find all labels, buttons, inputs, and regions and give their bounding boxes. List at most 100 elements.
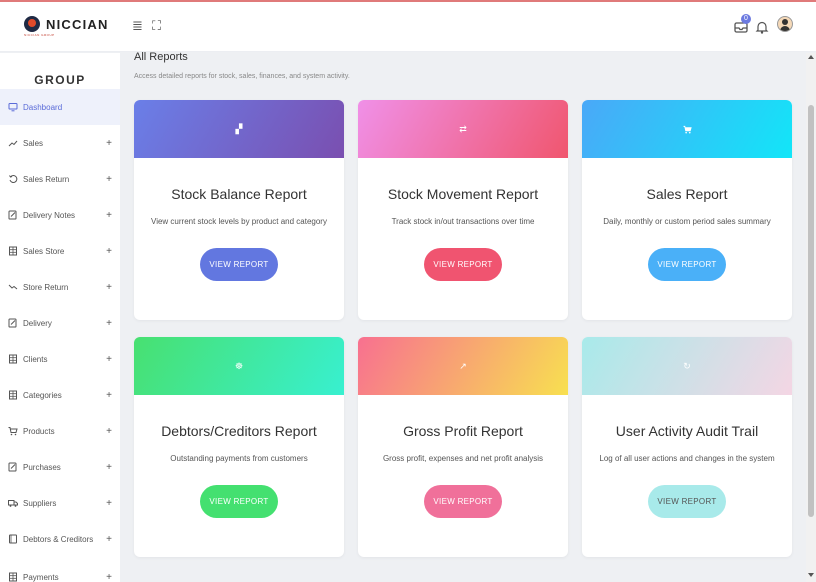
sidebar-item-store-return[interactable]: Store Return + [0, 269, 120, 305]
scrollbar-thumb[interactable] [808, 105, 814, 517]
top-header: NICCIAN NICCIAN GROUP ≣ ⛶ 0 [0, 2, 816, 52]
brand-name: NICCIAN [46, 16, 109, 32]
card-description: View current stock levels by product and… [151, 217, 327, 226]
sidebar-item-purchases[interactable]: Purchases + [0, 449, 120, 485]
page-subtitle: Access detailed reports for stock, sales… [134, 73, 350, 80]
notification-badge: 0 [741, 14, 751, 24]
page-title: All Reports [134, 51, 188, 63]
view-report-button[interactable]: VIEW REPORT [648, 485, 726, 518]
sidebar-item-label: Sales Return [23, 174, 70, 184]
report-card-gross-profit: ↗ Gross Profit Report Gross profit, expe… [358, 337, 568, 557]
history-icon: ↻ [683, 360, 691, 371]
brand-subtext: NICCIAN GROUP [24, 33, 55, 37]
sidebar-item-products[interactable]: Products + [0, 413, 120, 449]
view-report-button[interactable]: VIEW REPORT [200, 485, 278, 518]
grid-icon [9, 246, 17, 256]
report-card-user-activity: ↻ User Activity Audit Trail Log of all u… [582, 337, 792, 557]
exchange-icon: ⇄ [459, 123, 467, 134]
card-header: ↻ [582, 337, 792, 395]
sidebar-item-label: Products [23, 426, 55, 436]
edit-note-icon [8, 210, 17, 220]
brand-logo[interactable]: NICCIAN NICCIAN GROUP [24, 16, 109, 37]
chart-line-icon: ↗ [459, 360, 467, 371]
report-card-stock-movement: ⇄ Stock Movement Report Track stock in/o… [358, 100, 568, 320]
sidebar-item-label: Categories [23, 390, 62, 400]
card-title: Sales Report [646, 186, 728, 202]
sidebar-item-label: Payments [23, 572, 59, 582]
sidebar-item-clients[interactable]: Clients + [0, 341, 120, 377]
book-icon [9, 534, 17, 544]
sidebar-item-label: Suppliers [23, 498, 57, 508]
cart-icon [8, 427, 18, 436]
sidebar-item-categories[interactable]: Categories + [0, 377, 120, 413]
card-description: Track stock in/out transactions over tim… [391, 217, 535, 226]
grid-icon [9, 354, 17, 364]
scroll-down-arrow-icon[interactable] [808, 573, 814, 577]
sidebar-item-label: Sales [23, 138, 44, 148]
trend-up-icon [8, 140, 18, 147]
sidebar-item-delivery[interactable]: Delivery + [0, 305, 120, 341]
sidebar-item-payments[interactable]: Payments + [0, 559, 120, 582]
sidebar-item-label: Delivery Notes [23, 210, 76, 220]
view-report-button[interactable]: VIEW REPORT [424, 248, 502, 281]
sidebar: GROUP Dashboard Sales + Sales Return + D… [0, 53, 120, 582]
expand-plus-icon[interactable]: + [104, 426, 114, 437]
sidebar-item-label: Dashboard [23, 102, 63, 112]
card-header: ↗ [358, 337, 568, 395]
trend-down-icon [8, 284, 18, 290]
expand-plus-icon[interactable]: + [104, 534, 114, 545]
expand-plus-icon[interactable]: + [104, 498, 114, 509]
view-report-button[interactable]: VIEW REPORT [648, 248, 726, 281]
expand-plus-icon[interactable]: + [104, 572, 114, 582]
card-header: ▞ [134, 100, 344, 158]
sidebar-item-label: Delivery [23, 318, 52, 328]
cart-icon [682, 125, 692, 133]
card-header: ⇄ [358, 100, 568, 158]
sidebar-item-suppliers[interactable]: Suppliers + [0, 485, 120, 521]
boxes-icon: ▞ [235, 123, 243, 134]
sidebar-item-label: Debtors & Creditors [23, 534, 94, 544]
sidebar-item-sales-store[interactable]: Sales Store + [0, 233, 120, 269]
rotate-back-icon [9, 175, 18, 184]
grid-icon [9, 390, 17, 400]
expand-plus-icon[interactable]: + [104, 138, 114, 149]
expand-plus-icon[interactable]: + [104, 462, 114, 473]
expand-plus-icon[interactable]: + [104, 246, 114, 257]
bell-icon[interactable] [754, 19, 770, 35]
card-description: Outstanding payments from customers [170, 454, 308, 463]
card-header: ☸ [134, 337, 344, 395]
view-report-button[interactable]: VIEW REPORT [200, 248, 278, 281]
report-card-debtors-creditors: ☸ Debtors/Creditors Report Outstanding p… [134, 337, 344, 557]
sidebar-item-label: Purchases [23, 462, 61, 472]
view-report-button[interactable]: VIEW REPORT [424, 485, 502, 518]
expand-plus-icon[interactable]: + [104, 390, 114, 401]
card-header [582, 100, 792, 158]
expand-plus-icon[interactable]: + [104, 318, 114, 329]
fullscreen-icon[interactable]: ⛶ [152, 19, 161, 33]
card-title: Gross Profit Report [403, 423, 523, 439]
sidebar-item-debtors-creditors[interactable]: Debtors & Creditors + [0, 521, 120, 557]
expand-plus-icon[interactable]: + [104, 282, 114, 293]
card-description: Gross profit, expenses and net profit an… [382, 454, 544, 463]
expand-plus-icon[interactable]: + [104, 174, 114, 185]
scroll-up-arrow-icon[interactable] [808, 55, 814, 59]
sidebar-item-delivery-notes[interactable]: Delivery Notes + [0, 197, 120, 233]
card-description: Daily, monthly or custom period sales su… [603, 217, 771, 226]
page-scrollbar[interactable] [806, 53, 816, 582]
menu-toggle-icon[interactable]: ≣ [132, 19, 143, 33]
sidebar-item-sales-return[interactable]: Sales Return + [0, 161, 120, 197]
truck-icon [8, 500, 18, 507]
sidebar-item-label: Store Return [23, 282, 69, 292]
expand-plus-icon[interactable]: + [104, 354, 114, 365]
sidebar-item-label: Clients [23, 354, 48, 364]
card-title: User Activity Audit Trail [615, 423, 759, 439]
sidebar-item-label: Sales Store [23, 246, 65, 256]
report-card-sales: Sales Report Daily, monthly or custom pe… [582, 100, 792, 320]
edit-note-icon [8, 318, 17, 328]
sidebar-group-title: GROUP [34, 73, 86, 87]
user-avatar[interactable] [777, 16, 793, 32]
sidebar-item-dashboard[interactable]: Dashboard [0, 89, 120, 125]
grid-icon [9, 572, 17, 582]
sidebar-item-sales[interactable]: Sales + [0, 125, 120, 161]
expand-plus-icon[interactable]: + [104, 210, 114, 221]
